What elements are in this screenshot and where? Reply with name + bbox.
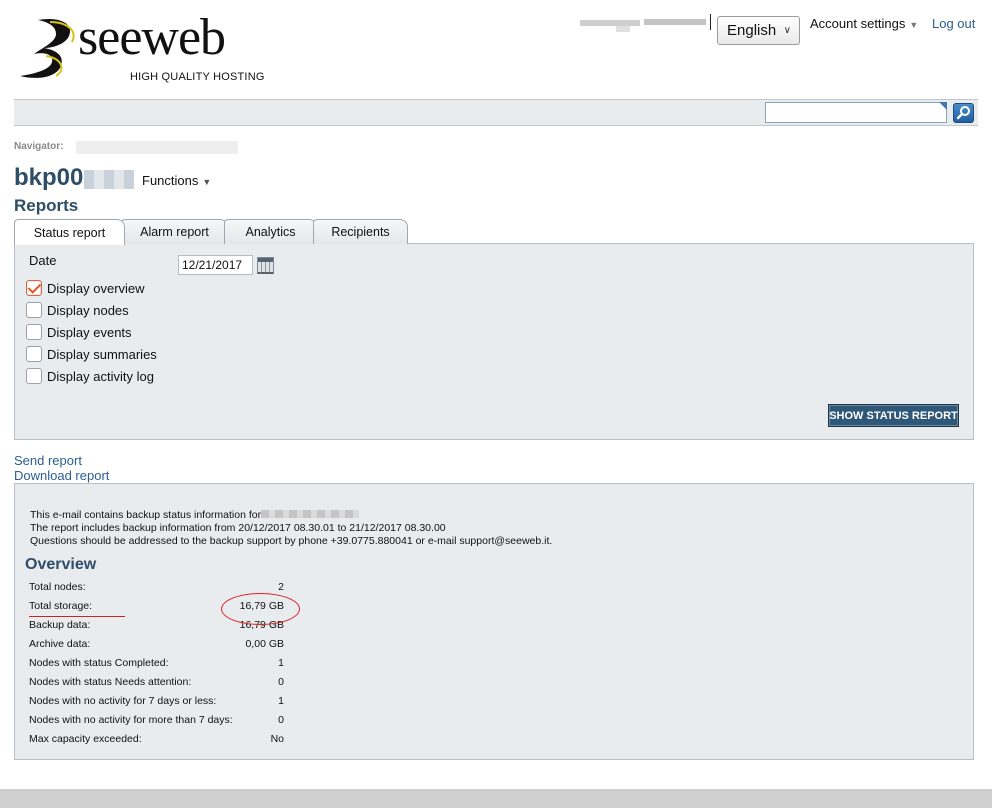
checkbox[interactable] xyxy=(26,324,42,340)
logout-link[interactable]: Log out xyxy=(932,16,975,31)
search-button[interactable] xyxy=(953,103,974,123)
overview-row-value: 1 xyxy=(278,657,284,669)
overview-row-label: Max capacity exceeded: xyxy=(29,733,142,745)
breadcrumb-redacted xyxy=(76,141,238,154)
option-label: Display activity log xyxy=(47,368,154,384)
functions-menu[interactable]: Functions ▼ xyxy=(142,173,211,188)
tab-status-report[interactable]: Status report xyxy=(14,219,125,245)
tab-recipients[interactable]: Recipients xyxy=(313,219,408,244)
show-status-report-button[interactable]: SHOW STATUS REPORT xyxy=(828,404,959,427)
tab-label: Recipients xyxy=(331,225,390,239)
option-display-activity-log[interactable]: Display activity log xyxy=(26,368,154,384)
overview-row-value: 0 xyxy=(278,676,284,688)
option-display-nodes[interactable]: Display nodes xyxy=(26,302,129,318)
account-settings-menu[interactable]: Account settings ▼ xyxy=(810,16,918,31)
overview-heading: Overview xyxy=(25,556,97,573)
highlight-ellipse-annotation xyxy=(221,593,300,625)
overview-row-value: 0 xyxy=(278,714,284,726)
report-intro-line: The report includes backup information f… xyxy=(30,522,446,534)
recipient-redacted xyxy=(261,510,359,518)
caret-down-icon: ▼ xyxy=(909,20,919,30)
account-settings-label: Account settings xyxy=(810,16,906,31)
navigator-label: Navigator: xyxy=(14,141,64,152)
overview-row-label: Nodes with no activity for more than 7 d… xyxy=(29,714,233,726)
option-display-events[interactable]: Display events xyxy=(26,324,132,340)
search-icon xyxy=(956,106,970,120)
checkbox[interactable] xyxy=(26,346,42,362)
report-intro-line: Questions should be addressed to the bac… xyxy=(30,535,553,547)
page-title: Reports xyxy=(14,196,79,215)
checkbox[interactable] xyxy=(26,302,42,318)
overview-row-value: 1 xyxy=(278,695,284,707)
language-select[interactable]: English ∨ xyxy=(717,16,800,45)
text-cursor xyxy=(710,14,711,30)
calendar-icon[interactable] xyxy=(257,257,274,274)
option-label: Display events xyxy=(47,324,132,340)
option-label: Display overview xyxy=(47,280,145,296)
search-input[interactable] xyxy=(765,102,947,123)
functions-label: Functions xyxy=(142,173,199,188)
overview-row-value: 0,00 GB xyxy=(245,638,284,650)
report-intro-line: This e-mail contains backup status infor… xyxy=(30,509,262,521)
overview-row-label: Nodes with status Needs attention: xyxy=(29,676,192,688)
chevron-down-icon: ∨ xyxy=(783,25,791,36)
option-label: Display nodes xyxy=(47,302,129,318)
overview-row-label: Total storage: xyxy=(29,600,93,612)
node-title: bkp00 xyxy=(14,164,84,191)
seeweb-logo: seeweb HIGH QUALITY HOSTING xyxy=(16,9,266,86)
username-redacted xyxy=(580,16,708,32)
checkbox[interactable] xyxy=(26,368,42,384)
language-select-value: English xyxy=(727,22,777,39)
overview-row-label: Backup data: xyxy=(29,619,91,631)
overview-row-label: Nodes with no activity for 7 days or les… xyxy=(29,695,217,707)
highlight-underline-annotation xyxy=(29,616,125,617)
tab-label: Alarm report xyxy=(140,225,209,239)
tab-alarm-report[interactable]: Alarm report xyxy=(121,219,228,244)
logo-tagline: HIGH QUALITY HOSTING xyxy=(130,71,265,83)
page-footer xyxy=(0,789,992,808)
date-label: Date xyxy=(29,253,57,268)
node-title-redacted xyxy=(84,170,134,189)
download-report-link[interactable]: Download report xyxy=(14,468,109,483)
tab-label: Status report xyxy=(33,225,106,240)
overview-row-label: Nodes with status Completed: xyxy=(29,657,169,669)
overview-row-value: No xyxy=(270,733,284,745)
tab-analytics[interactable]: Analytics xyxy=(224,219,317,244)
checkbox[interactable] xyxy=(26,280,42,296)
overview-row-label: Archive data: xyxy=(29,638,91,650)
overview-row-label: Total nodes: xyxy=(29,581,86,593)
logo-wordmark: seeweb xyxy=(78,9,226,66)
overview-row-value: 2 xyxy=(278,581,284,593)
search-corner-marker xyxy=(939,102,947,110)
tab-label: Analytics xyxy=(245,225,296,239)
option-display-overview[interactable]: Display overview xyxy=(26,280,145,296)
logo-swoosh-icon xyxy=(20,18,75,78)
send-report-link[interactable]: Send report xyxy=(14,453,82,468)
date-input[interactable]: 12/21/2017 xyxy=(178,255,253,275)
option-label: Display summaries xyxy=(47,346,157,362)
caret-down-icon: ▼ xyxy=(202,177,212,187)
option-display-summaries[interactable]: Display summaries xyxy=(26,346,157,362)
